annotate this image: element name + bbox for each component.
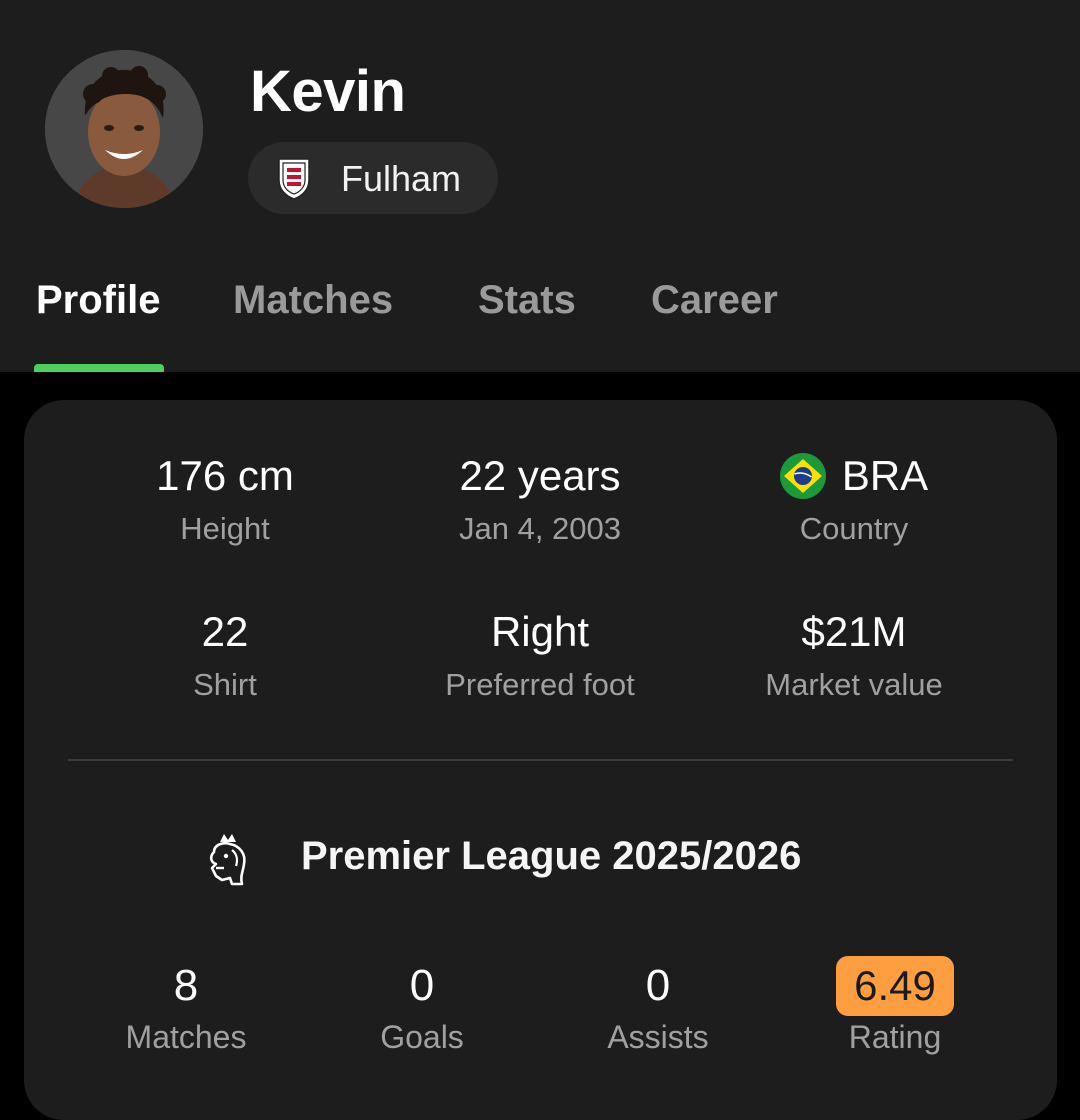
goals-value: 0 [409, 961, 435, 1010]
section-divider [68, 759, 1013, 761]
market-value-cell: $21M Market value [704, 608, 1004, 704]
rating-stat: 6.49 Rating [775, 956, 1015, 1056]
matches-stat: 8 Matches [66, 956, 306, 1056]
player-avatar [45, 50, 203, 208]
player-header: Kevin Fulham Profile Matches Stats Caree… [0, 0, 1080, 372]
height-label: Height [180, 511, 270, 546]
active-tab-indicator [34, 364, 164, 372]
fulham-crest-icon [278, 158, 310, 200]
tab-profile[interactable]: Profile [36, 278, 160, 323]
rating-badge: 6.49 [836, 956, 954, 1016]
assists-value: 0 [645, 961, 671, 1010]
tab-career[interactable]: Career [651, 278, 778, 323]
foot-cell: Right Preferred foot [390, 608, 690, 704]
goals-label: Goals [380, 1019, 464, 1055]
foot-label: Preferred foot [445, 667, 635, 702]
goals-stat: 0 Goals [302, 956, 542, 1056]
market-value: $21M [801, 608, 907, 655]
country-cell: BRA Country [704, 452, 1004, 548]
premier-league-lion-icon [209, 834, 246, 886]
market-value-label: Market value [765, 667, 943, 702]
league-title[interactable]: Premier League 2025/2026 [301, 834, 801, 879]
shirt-label: Shirt [193, 667, 257, 702]
age-value: 22 years [459, 452, 621, 499]
tab-matches[interactable]: Matches [233, 278, 393, 323]
height-cell: 176 cm Height [75, 452, 375, 548]
player-name: Kevin [250, 59, 406, 124]
team-name: Fulham [341, 158, 462, 199]
birth-date: Jan 4, 2003 [458, 511, 622, 546]
country-value: BRA [841, 452, 929, 499]
profile-card: 176 cm Height 22 years Jan 4, 2003 BRA C… [24, 400, 1057, 1120]
foot-value: Right [490, 608, 590, 655]
rating-label: Rating [848, 1019, 942, 1055]
shirt-cell: 22 Shirt [75, 608, 375, 704]
age-cell: 22 years Jan 4, 2003 [390, 452, 690, 548]
assists-label: Assists [607, 1019, 709, 1055]
matches-label: Matches [125, 1019, 247, 1055]
tab-stats[interactable]: Stats [478, 278, 576, 323]
country-label: Country [799, 511, 909, 546]
team-chip[interactable]: Fulham [248, 142, 498, 214]
shirt-value: 22 [201, 608, 249, 655]
matches-value: 8 [173, 961, 199, 1010]
assists-stat: 0 Assists [538, 956, 778, 1056]
height-value: 176 cm [156, 452, 294, 499]
brazil-flag-icon [779, 453, 826, 499]
